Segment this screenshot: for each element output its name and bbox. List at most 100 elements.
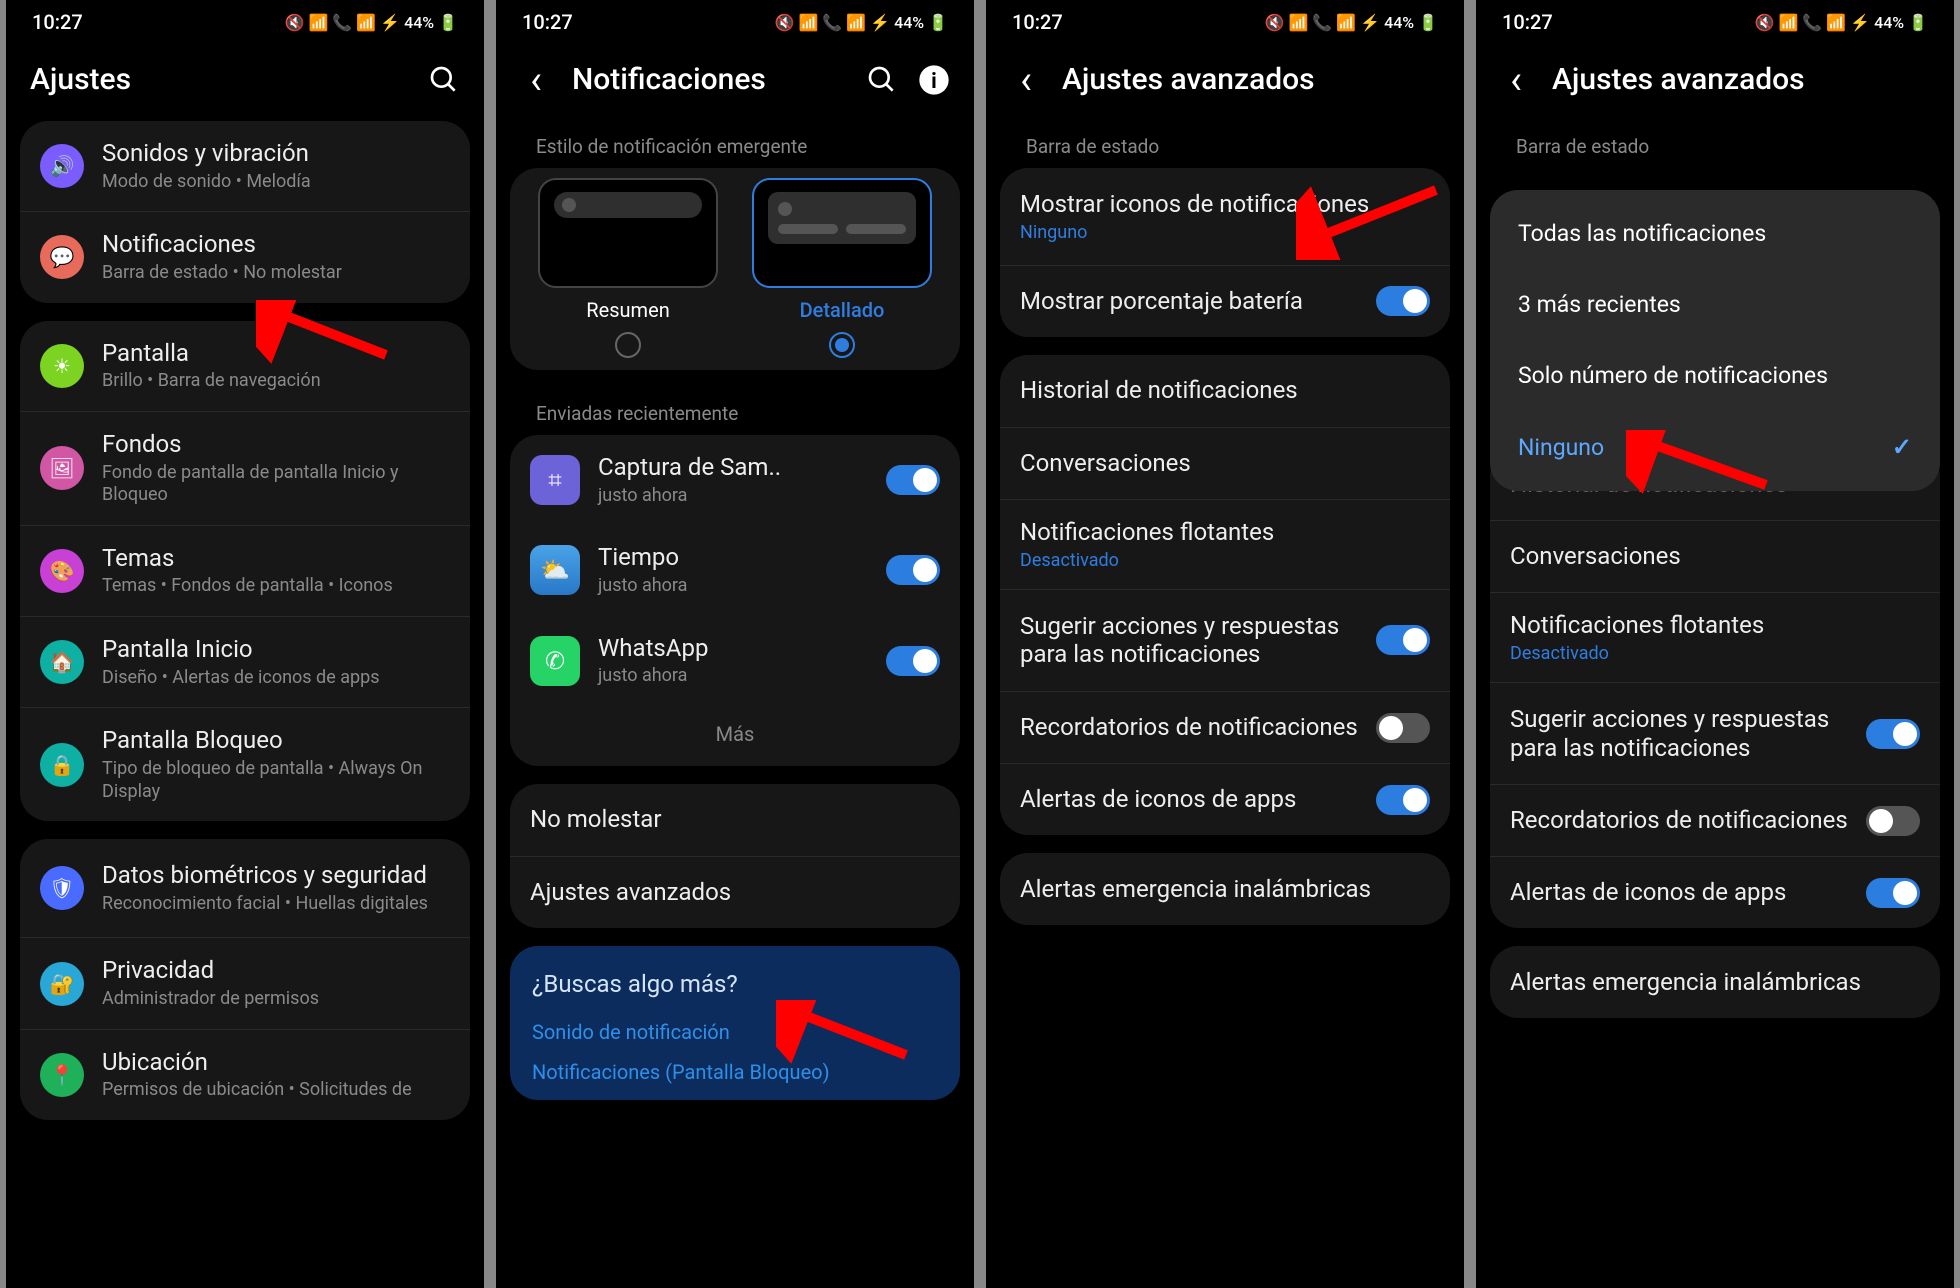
app-icon: ⌗ bbox=[530, 455, 580, 505]
item-reminders[interactable]: Recordatorios de notificaciones bbox=[1000, 691, 1450, 763]
app-row-weather[interactable]: ⛅Tiempojusto ahora bbox=[510, 525, 960, 615]
popup-style-picker: Resumen Detallado bbox=[510, 168, 960, 370]
popup-option-3recent[interactable]: 3 más recientes bbox=[1490, 269, 1940, 340]
item-suggest[interactable]: Sugerir acciones y respuestas para las n… bbox=[1000, 589, 1450, 692]
item-suggest[interactable]: Sugerir acciones y respuestas para las n… bbox=[1490, 682, 1940, 785]
shield-icon: 🛡 bbox=[40, 866, 84, 910]
app-row-whatsapp[interactable]: ✆WhatsAppjusto ahora bbox=[510, 616, 960, 706]
statusbar: 10:27 🔇 📶 📞 📶 ⚡44%🔋 bbox=[496, 0, 974, 42]
section-recent: Enviadas recientemente bbox=[510, 388, 960, 435]
wallpaper-icon: 🖼 bbox=[40, 446, 84, 490]
item-advanced[interactable]: Ajustes avanzados bbox=[510, 856, 960, 928]
radio-summary[interactable] bbox=[615, 332, 641, 358]
back-button[interactable] bbox=[1010, 64, 1042, 96]
time: 10:27 bbox=[1502, 10, 1553, 34]
section-statusbar: Barra de estado bbox=[1490, 121, 1940, 168]
item-biometrics[interactable]: 🛡Datos biométricos y seguridadReconocimi… bbox=[20, 839, 470, 937]
item-wireless-alerts[interactable]: Alertas emergencia inalámbricas bbox=[1000, 853, 1450, 925]
help-link-sound[interactable]: Sonido de notificación bbox=[532, 1012, 938, 1052]
info-icon[interactable]: i bbox=[918, 64, 950, 96]
item-icon-badges[interactable]: Alertas de iconos de apps bbox=[1000, 763, 1450, 835]
status-icons: 🔇 📶 📞 📶 ⚡44%🔋 bbox=[1265, 13, 1438, 32]
search-icon[interactable] bbox=[866, 64, 898, 96]
status-icons: 🔇 📶 📞 📶 ⚡44%🔋 bbox=[775, 13, 948, 32]
location-icon: 📍 bbox=[40, 1053, 84, 1097]
popup-option-count[interactable]: Solo número de notificaciones bbox=[1490, 340, 1940, 411]
notifications-icon: 💬 bbox=[40, 235, 84, 279]
item-themes[interactable]: 🎨TemasTemas • Fondos de pantalla • Icono… bbox=[20, 525, 470, 616]
check-icon bbox=[1892, 433, 1912, 461]
header: Notificaciones i bbox=[496, 42, 974, 121]
screen-notifications: 10:27 🔇 📶 📞 📶 ⚡44%🔋 Notificaciones i Est… bbox=[496, 0, 974, 1288]
back-button[interactable] bbox=[520, 64, 552, 96]
header: Ajustes bbox=[6, 42, 484, 121]
item-conversations[interactable]: Conversaciones bbox=[1000, 427, 1450, 499]
themes-icon: 🎨 bbox=[40, 549, 84, 593]
privacy-icon: 🔐 bbox=[40, 962, 84, 1006]
item-wallpapers[interactable]: 🖼FondosFondo de pantalla de pantalla Ini… bbox=[20, 411, 470, 525]
item-home[interactable]: 🏠Pantalla InicioDiseño • Alertas de icon… bbox=[20, 616, 470, 707]
screen-advanced-popup: 10:27 🔇 📶 📞 📶 ⚡44%🔋 Ajustes avanzados Ba… bbox=[1476, 0, 1954, 1288]
time: 10:27 bbox=[32, 10, 83, 34]
svg-text:i: i bbox=[931, 69, 937, 94]
back-button[interactable] bbox=[1500, 64, 1532, 96]
style-option-detailed[interactable]: Detallado bbox=[744, 178, 940, 358]
item-battery-pct[interactable]: Mostrar porcentaje batería bbox=[1000, 265, 1450, 337]
toggle[interactable] bbox=[1376, 713, 1430, 743]
statusbar: 10:27 🔇 📶 📞 📶 ⚡44%🔋 bbox=[6, 0, 484, 42]
section-popup-style: Estilo de notificación emergente bbox=[510, 121, 960, 168]
item-notifications[interactable]: 💬 NotificacionesBarra de estado • No mol… bbox=[20, 211, 470, 302]
style-option-summary[interactable]: Resumen bbox=[530, 178, 726, 358]
item-reminders[interactable]: Recordatorios de notificaciones bbox=[1490, 784, 1940, 856]
status-icons: 🔇 📶 📞 📶 ⚡44%🔋 bbox=[285, 13, 458, 32]
item-icon-badges[interactable]: Alertas de iconos de apps bbox=[1490, 856, 1940, 928]
toggle[interactable] bbox=[886, 555, 940, 585]
toggle[interactable] bbox=[1866, 719, 1920, 749]
settings-list: 🔊 Sonidos y vibraciónModo de sonido • Me… bbox=[6, 121, 484, 1288]
screen-advanced: 10:27 🔇 📶 📞 📶 ⚡44%🔋 Ajustes avanzados Ba… bbox=[986, 0, 1464, 1288]
item-floating[interactable]: Notificaciones flotantesDesactivado bbox=[1000, 499, 1450, 589]
statusbar: 10:27 🔇 📶 📞 📶 ⚡44%🔋 bbox=[986, 0, 1464, 42]
header: Ajustes avanzados bbox=[1476, 42, 1954, 121]
more-button[interactable]: Más bbox=[510, 706, 960, 766]
sound-icon: 🔊 bbox=[40, 144, 84, 188]
time: 10:27 bbox=[1012, 10, 1063, 34]
home-icon: 🏠 bbox=[40, 640, 84, 684]
search-icon[interactable] bbox=[428, 64, 460, 96]
app-icon: ⛅ bbox=[530, 545, 580, 595]
screen-settings: 10:27 🔇 📶 📞 📶 ⚡44%🔋 Ajustes 🔊 Sonidos y … bbox=[6, 0, 484, 1288]
item-dnd[interactable]: No molestar bbox=[510, 784, 960, 856]
popup-option-all[interactable]: Todas las notificaciones bbox=[1490, 198, 1940, 269]
help-card: ¿Buscas algo más? Sonido de notificación… bbox=[510, 946, 960, 1100]
item-sounds[interactable]: 🔊 Sonidos y vibraciónModo de sonido • Me… bbox=[20, 121, 470, 211]
item-conversations[interactable]: Conversaciones bbox=[1490, 520, 1940, 592]
toggle[interactable] bbox=[1866, 806, 1920, 836]
icon-style-popup: Todas las notificaciones 3 más recientes… bbox=[1490, 190, 1940, 491]
toggle[interactable] bbox=[1376, 625, 1430, 655]
popup-option-none[interactable]: Ninguno bbox=[1490, 411, 1940, 483]
header: Ajustes avanzados bbox=[986, 42, 1464, 121]
item-show-icons[interactable]: Mostrar iconos de notificacionesNinguno bbox=[1000, 168, 1450, 265]
app-row-capture[interactable]: ⌗Captura de Sam..justo ahora bbox=[510, 435, 960, 525]
time: 10:27 bbox=[522, 10, 573, 34]
display-icon: ☀ bbox=[40, 344, 84, 388]
page-title: Ajustes avanzados bbox=[1552, 62, 1930, 97]
item-lockscreen[interactable]: 🔒Pantalla BloqueoTipo de bloqueo de pant… bbox=[20, 707, 470, 821]
radio-detailed[interactable] bbox=[829, 332, 855, 358]
item-floating[interactable]: Notificaciones flotantesDesactivado bbox=[1490, 592, 1940, 682]
toggle[interactable] bbox=[1376, 785, 1430, 815]
page-title: Ajustes bbox=[30, 62, 408, 97]
item-history[interactable]: Historial de notificaciones bbox=[1000, 355, 1450, 427]
page-title: Notificaciones bbox=[572, 62, 846, 97]
toggle[interactable] bbox=[1376, 286, 1430, 316]
help-link-lockscreen[interactable]: Notificaciones (Pantalla Bloqueo) bbox=[532, 1052, 938, 1092]
toggle[interactable] bbox=[1866, 878, 1920, 908]
item-privacy[interactable]: 🔐PrivacidadAdministrador de permisos bbox=[20, 937, 470, 1028]
toggle[interactable] bbox=[886, 465, 940, 495]
item-location[interactable]: 📍UbicaciónPermisos de ubicación • Solici… bbox=[20, 1029, 470, 1120]
page-title: Ajustes avanzados bbox=[1062, 62, 1440, 97]
item-display[interactable]: ☀PantallaBrillo • Barra de navegación bbox=[20, 321, 470, 411]
toggle[interactable] bbox=[886, 646, 940, 676]
item-wireless-alerts[interactable]: Alertas emergencia inalámbricas bbox=[1490, 946, 1940, 1018]
statusbar: 10:27 🔇 📶 📞 📶 ⚡44%🔋 bbox=[1476, 0, 1954, 42]
